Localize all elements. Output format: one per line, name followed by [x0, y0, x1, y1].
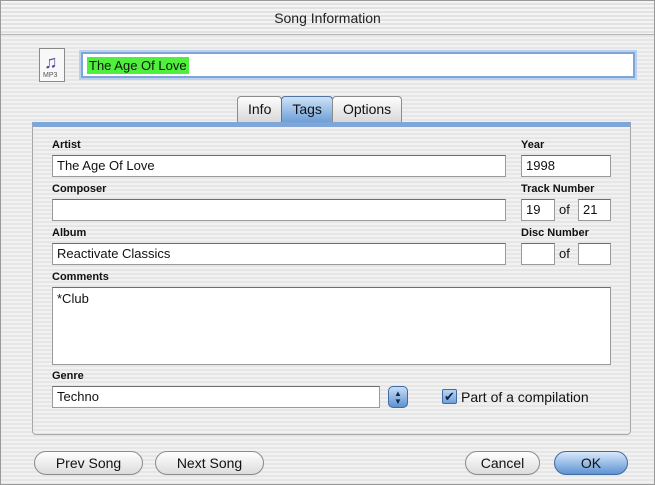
- ok-button[interactable]: OK: [554, 451, 628, 475]
- cancel-button[interactable]: Cancel: [465, 451, 540, 475]
- mp3-file-icon: ♫ MP3: [39, 48, 65, 82]
- track-total-field[interactable]: 21: [578, 199, 611, 221]
- album-label: Album: [52, 227, 87, 239]
- comments-label: Comments: [52, 271, 109, 283]
- tab-info[interactable]: Info: [237, 96, 283, 122]
- tags-panel: Artist The Age Of Love Year 1998 Compose…: [32, 122, 631, 435]
- composer-label: Composer: [52, 183, 107, 195]
- track-of-label: of: [559, 202, 570, 217]
- prev-song-button[interactable]: Prev Song: [34, 451, 143, 475]
- genre-label: Genre: [52, 370, 84, 382]
- artist-label: Artist: [52, 139, 81, 151]
- tab-tags[interactable]: Tags: [281, 96, 333, 122]
- song-information-window: Song Information ♫ MP3 The Age Of Love I…: [0, 0, 655, 485]
- disc-number-field[interactable]: [521, 243, 555, 265]
- comments-textarea[interactable]: *Club: [52, 287, 611, 365]
- track-number-label: Track Number: [521, 183, 595, 195]
- tab-options[interactable]: Options: [331, 96, 403, 122]
- compilation-checkbox[interactable]: ✔: [442, 389, 457, 404]
- disc-total-field[interactable]: [578, 243, 611, 265]
- artist-field[interactable]: The Age Of Love: [52, 155, 506, 177]
- track-number-field[interactable]: 19: [521, 199, 555, 221]
- file-extension-label: MP3: [43, 72, 58, 79]
- song-title-selected-text: The Age Of Love: [87, 57, 189, 74]
- next-song-button[interactable]: Next Song: [155, 451, 264, 475]
- tab-bar: Info Tags Options: [237, 96, 403, 122]
- genre-combobox[interactable]: Techno: [52, 386, 380, 408]
- compilation-label: Part of a compilation: [461, 389, 589, 405]
- year-field[interactable]: 1998: [521, 155, 611, 177]
- year-label: Year: [521, 139, 545, 151]
- music-note-icon: ♫: [44, 52, 58, 72]
- disc-of-label: of: [559, 246, 570, 261]
- window-title: Song Information: [1, 1, 654, 35]
- composer-field[interactable]: [52, 199, 506, 221]
- album-field[interactable]: Reactivate Classics: [52, 243, 506, 265]
- genre-dropdown-arrows-icon[interactable]: ▲ ▼: [388, 386, 408, 408]
- disc-number-label: Disc Number: [521, 227, 589, 239]
- song-title-input[interactable]: The Age Of Love: [81, 52, 635, 78]
